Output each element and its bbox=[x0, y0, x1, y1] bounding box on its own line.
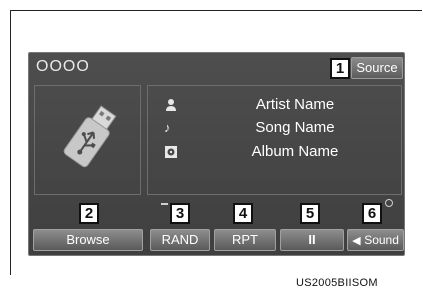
person-icon bbox=[166, 99, 176, 111]
song-name: Song Name bbox=[255, 119, 335, 136]
sound-label: Sound bbox=[364, 233, 399, 247]
callout-2: 2 bbox=[79, 203, 99, 224]
callout-1: 1 bbox=[330, 58, 350, 79]
album-name: Album Name bbox=[251, 143, 339, 160]
song-row: ♪ Song Name bbox=[160, 118, 400, 140]
repeat-button[interactable]: RPT bbox=[214, 229, 276, 251]
callout-3: 3 bbox=[170, 203, 190, 224]
random-button[interactable]: RAND bbox=[150, 229, 210, 251]
callout-6: 6 bbox=[362, 203, 382, 224]
artist-name: Artist Name bbox=[255, 96, 335, 113]
progress-start-marker bbox=[161, 203, 168, 205]
artist-row: Artist Name bbox=[160, 95, 400, 117]
status-indicator: OOOO bbox=[36, 58, 90, 75]
callout-4: 4 bbox=[233, 203, 253, 224]
disc-icon bbox=[165, 146, 177, 158]
music-note-icon: ♪ bbox=[164, 120, 171, 135]
speaker-icon: ◀ bbox=[352, 235, 361, 247]
progress-end-marker bbox=[385, 199, 393, 207]
usb-drive-icon bbox=[63, 105, 117, 168]
figure-code: US2005BIISOM bbox=[296, 277, 378, 289]
pause-button[interactable]: II bbox=[280, 229, 344, 251]
source-button[interactable]: Source bbox=[351, 57, 403, 79]
media-art-panel bbox=[34, 85, 141, 195]
sound-button[interactable]: ◀ Sound bbox=[347, 229, 404, 251]
callout-5: 5 bbox=[300, 203, 320, 224]
album-row: Album Name bbox=[160, 142, 400, 164]
browse-button[interactable]: Browse bbox=[33, 229, 143, 251]
